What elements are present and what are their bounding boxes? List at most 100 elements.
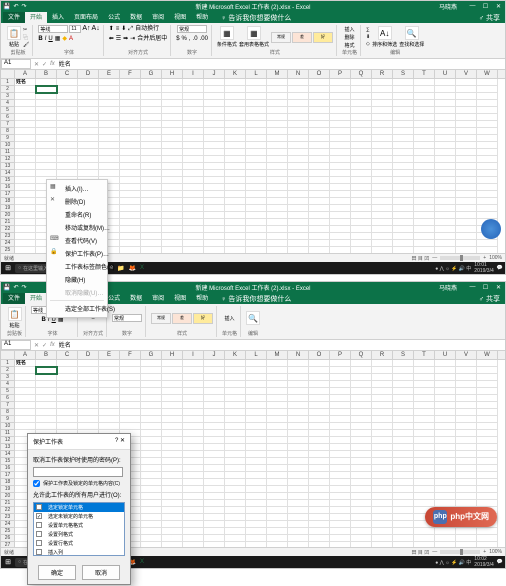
formula-input[interactable]: 姓名 [57, 59, 505, 69]
cell[interactable] [309, 437, 330, 444]
cell[interactable] [288, 402, 309, 409]
font-size-select[interactable]: 11 [69, 25, 81, 33]
cell[interactable] [57, 100, 78, 107]
cell[interactable] [435, 149, 456, 156]
cell[interactable] [372, 528, 393, 535]
cell[interactable] [204, 177, 225, 184]
cell[interactable] [372, 184, 393, 191]
cell[interactable] [99, 121, 120, 128]
cell[interactable] [246, 535, 267, 542]
cell[interactable] [204, 374, 225, 381]
cell[interactable] [456, 542, 477, 547]
cell[interactable] [141, 212, 162, 219]
cell[interactable] [162, 212, 183, 219]
cell[interactable] [120, 191, 141, 198]
cell[interactable] [204, 149, 225, 156]
cell[interactable] [435, 360, 456, 367]
cell[interactable] [225, 514, 246, 521]
cell[interactable] [330, 79, 351, 86]
cell[interactable] [246, 198, 267, 205]
cell[interactable] [288, 535, 309, 542]
cell[interactable] [372, 191, 393, 198]
zoom-level[interactable]: 100% [489, 255, 502, 261]
cell[interactable] [99, 114, 120, 121]
cell[interactable] [204, 444, 225, 451]
cell[interactable] [141, 395, 162, 402]
cell[interactable] [225, 86, 246, 93]
cell[interactable] [456, 184, 477, 191]
cell[interactable] [99, 93, 120, 100]
cell[interactable] [36, 423, 57, 430]
cell[interactable] [246, 240, 267, 247]
cell[interactable] [246, 493, 267, 500]
col-header[interactable]: K [225, 351, 246, 359]
col-header[interactable]: D [78, 351, 99, 359]
cell[interactable] [225, 247, 246, 253]
cell[interactable] [288, 79, 309, 86]
cell[interactable] [414, 535, 435, 542]
cell[interactable] [183, 170, 204, 177]
cell[interactable] [141, 528, 162, 535]
cell[interactable] [162, 149, 183, 156]
cell[interactable] [99, 86, 120, 93]
row-header[interactable]: 21 [1, 219, 15, 226]
cell[interactable] [78, 423, 99, 430]
cell[interactable] [225, 240, 246, 247]
cell[interactable] [435, 451, 456, 458]
cell[interactable] [456, 219, 477, 226]
cell[interactable] [351, 177, 372, 184]
cell[interactable] [183, 128, 204, 135]
cell[interactable] [414, 163, 435, 170]
cell[interactable] [246, 107, 267, 114]
cell[interactable] [225, 374, 246, 381]
row-header[interactable]: 4 [1, 100, 15, 107]
cell[interactable] [309, 493, 330, 500]
cell[interactable] [330, 219, 351, 226]
cell[interactable] [372, 416, 393, 423]
cell[interactable] [288, 381, 309, 388]
cell[interactable] [267, 514, 288, 521]
cm-insert[interactable]: ▦插入(I)… [47, 182, 107, 195]
cell[interactable] [351, 402, 372, 409]
col-header[interactable]: E [99, 351, 120, 359]
cell[interactable] [477, 121, 498, 128]
cell[interactable] [225, 212, 246, 219]
cell[interactable] [78, 100, 99, 107]
cell[interactable] [477, 423, 498, 430]
cell[interactable] [414, 177, 435, 184]
cell[interactable] [183, 423, 204, 430]
cell[interactable] [162, 79, 183, 86]
cell[interactable] [141, 205, 162, 212]
cell[interactable] [183, 367, 204, 374]
cell[interactable] [351, 367, 372, 374]
cell[interactable] [456, 240, 477, 247]
cell[interactable] [120, 423, 141, 430]
cell[interactable] [393, 367, 414, 374]
share-button[interactable]: ♂ 共享 [479, 13, 500, 23]
cell[interactable] [288, 128, 309, 135]
row-header[interactable]: 4 [1, 381, 15, 388]
row-header[interactable]: 5 [1, 388, 15, 395]
cell[interactable] [414, 451, 435, 458]
start-button[interactable]: ⊞ [3, 263, 13, 273]
cell[interactable] [330, 458, 351, 465]
cell[interactable] [15, 184, 36, 191]
cell[interactable] [36, 79, 57, 86]
cm-unhide[interactable]: 取消隐藏(U)… [47, 286, 107, 299]
cell[interactable] [267, 472, 288, 479]
cell[interactable] [309, 149, 330, 156]
cell[interactable] [372, 121, 393, 128]
cell[interactable] [309, 388, 330, 395]
cell[interactable] [246, 212, 267, 219]
format-cell-button[interactable]: 格式 [344, 42, 354, 49]
cell[interactable] [330, 521, 351, 528]
cell[interactable] [477, 500, 498, 507]
col-header[interactable]: T [414, 351, 435, 359]
cell[interactable] [477, 114, 498, 121]
cell[interactable] [246, 507, 267, 514]
row-header[interactable]: 23 [1, 233, 15, 240]
cell[interactable] [372, 135, 393, 142]
cell[interactable] [246, 486, 267, 493]
cell[interactable] [78, 367, 99, 374]
cell[interactable] [372, 395, 393, 402]
